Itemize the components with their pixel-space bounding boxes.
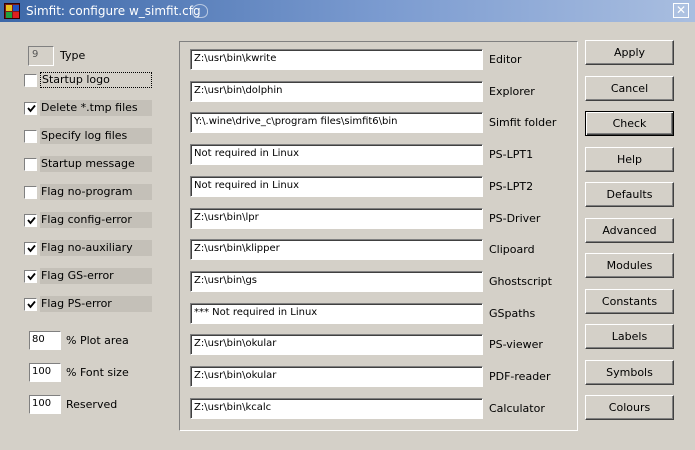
- path-input[interactable]: Not required in Linux: [190, 175, 483, 197]
- path-input[interactable]: Z:\usr\bin\gs: [190, 270, 483, 292]
- checkbox-row[interactable]: Flag no-program: [22, 184, 154, 200]
- check-button[interactable]: Check: [585, 111, 674, 136]
- title-bar[interactable]: Simfit: configure w_simfit.cfg ✕: [0, 0, 695, 22]
- close-button[interactable]: ✕: [673, 3, 689, 18]
- checkbox-checked[interactable]: [24, 214, 37, 227]
- checkbox-unchecked[interactable]: [24, 158, 37, 171]
- checkbox-label[interactable]: Specify log files: [40, 128, 152, 144]
- window-title: Simfit: configure w_simfit.cfg: [26, 4, 201, 18]
- checkmark-icon: [27, 300, 36, 309]
- path-input[interactable]: *** Not required in Linux: [190, 302, 483, 324]
- symbols-button[interactable]: Symbols: [585, 359, 674, 385]
- checkbox-label[interactable]: Delete *.tmp files: [40, 100, 152, 116]
- path-input[interactable]: Z:\usr\bin\kcalc: [190, 397, 483, 419]
- path-label: Editor: [489, 53, 522, 66]
- checkbox-unchecked[interactable]: [24, 186, 37, 199]
- checkbox-row[interactable]: Flag config-error: [22, 212, 154, 228]
- defaults-button[interactable]: Defaults: [585, 182, 674, 207]
- checkbox-row[interactable]: Specify log files: [22, 128, 154, 144]
- path-input[interactable]: Not required in Linux: [190, 144, 483, 166]
- number-label: % Plot area: [66, 334, 129, 347]
- checkmark-icon: [27, 244, 36, 253]
- checkbox-label[interactable]: Flag GS-error: [40, 268, 152, 284]
- checkbox-label[interactable]: Startup message: [40, 156, 152, 172]
- number-label: Reserved: [66, 398, 118, 411]
- checkmark-icon: [27, 104, 36, 113]
- path-label: Clipoard: [489, 243, 535, 257]
- path-input[interactable]: Z:\usr\bin\lpr: [190, 207, 483, 229]
- path-label: Explorer: [489, 84, 535, 98]
- number-input[interactable]: 80: [29, 331, 61, 350]
- path-label: Ghostscript: [489, 274, 552, 288]
- help-button[interactable]: Help: [585, 146, 674, 172]
- checkmark-icon: [27, 216, 36, 225]
- checkbox-row[interactable]: Flag no-auxiliary: [22, 240, 154, 256]
- checkbox-label[interactable]: Startup logo: [40, 72, 152, 88]
- checkbox-row[interactable]: Flag GS-error: [22, 268, 154, 284]
- path-label: Simfit folder: [489, 116, 557, 130]
- checkbox-label[interactable]: Flag config-error: [40, 212, 152, 228]
- path-label: GSpaths: [489, 306, 536, 320]
- title-decoration-icon: [192, 4, 208, 18]
- modules-button[interactable]: Modules: [585, 253, 674, 278]
- labels-button[interactable]: Labels: [585, 324, 674, 349]
- path-input[interactable]: Z:\usr\bin\dolphin: [190, 80, 483, 102]
- checkbox-unchecked[interactable]: [24, 130, 37, 143]
- path-label: PDF-reader: [489, 370, 551, 383]
- path-input[interactable]: Y:\.wine\drive_c\program files\simfit6\b…: [190, 112, 483, 134]
- checkbox-row[interactable]: Delete *.tmp files: [22, 100, 154, 116]
- checkbox-label[interactable]: Flag PS-error: [40, 296, 152, 312]
- path-label: PS-viewer: [489, 338, 543, 352]
- advanced-button[interactable]: Advanced: [585, 217, 674, 243]
- type-field: 9: [28, 46, 54, 66]
- checkbox-row[interactable]: Flag PS-error: [22, 296, 154, 312]
- path-input[interactable]: Z:\usr\bin\okular: [190, 334, 483, 356]
- path-input[interactable]: Z:\usr\bin\klipper: [190, 239, 483, 261]
- path-label: PS-LPT1: [489, 148, 534, 162]
- colours-button[interactable]: Colours: [585, 395, 674, 420]
- checkbox-row[interactable]: Startup logo: [22, 72, 154, 88]
- simfit-app-icon[interactable]: [4, 3, 20, 19]
- checkbox-label[interactable]: Flag no-program: [40, 184, 152, 200]
- checkbox-unchecked[interactable]: [24, 74, 37, 87]
- checkbox-row[interactable]: Startup message: [22, 156, 154, 172]
- apply-button[interactable]: Apply: [585, 40, 674, 65]
- number-input[interactable]: 100: [29, 363, 61, 382]
- path-input[interactable]: Z:\usr\bin\okular: [190, 366, 483, 387]
- config-window: Simfit: configure w_simfit.cfg ✕ 9 Type …: [0, 0, 695, 450]
- checkbox-checked[interactable]: [24, 270, 37, 283]
- path-input[interactable]: Z:\usr\bin\kwrite: [190, 49, 483, 70]
- number-input[interactable]: 100: [29, 395, 61, 414]
- checkbox-checked[interactable]: [24, 242, 37, 255]
- number-label: % Font size: [66, 366, 129, 379]
- checkbox-checked[interactable]: [24, 298, 37, 311]
- checkbox-checked[interactable]: [24, 102, 37, 115]
- path-label: Calculator: [489, 401, 545, 415]
- checkmark-icon: [27, 272, 36, 281]
- checkbox-label[interactable]: Flag no-auxiliary: [40, 240, 152, 256]
- type-label: Type: [60, 49, 86, 62]
- cancel-button[interactable]: Cancel: [585, 75, 674, 101]
- constants-button[interactable]: Constants: [585, 288, 674, 314]
- path-label: PS-LPT2: [489, 179, 534, 193]
- path-label: PS-Driver: [489, 211, 541, 225]
